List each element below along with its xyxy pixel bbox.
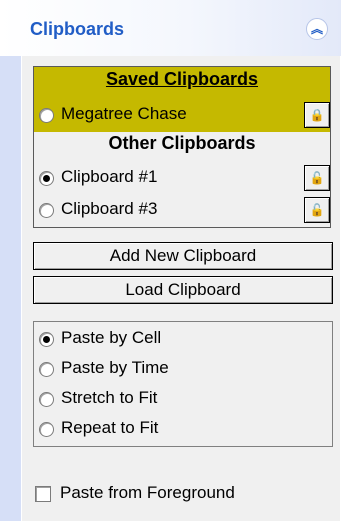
- clipboard-row-3[interactable]: Clipboard #3 🔓: [34, 196, 330, 226]
- paste-from-foreground-checkbox[interactable]: [35, 486, 51, 502]
- paste-from-foreground-label: Paste from Foreground: [60, 483, 235, 502]
- add-new-clipboard-button[interactable]: Add New Clipboard: [33, 242, 333, 270]
- double-chevron-up-icon[interactable]: ︽: [306, 18, 328, 40]
- paste-radio[interactable]: [39, 422, 54, 437]
- paste-option-by-time[interactable]: Paste by Time: [34, 356, 332, 384]
- paste-option-label: Paste by Cell: [61, 328, 162, 347]
- paste-radio[interactable]: [39, 332, 54, 347]
- lock-open-icon[interactable]: 🔓: [304, 197, 330, 223]
- clipboard-radio[interactable]: [39, 171, 54, 186]
- clipboard-row-megatree-chase[interactable]: Megatree Chase 🔒: [34, 100, 330, 130]
- clipboard-radio[interactable]: [39, 108, 54, 123]
- paste-option-label: Repeat to Fit: [61, 418, 159, 437]
- lock-open-icon[interactable]: 🔓: [304, 165, 330, 191]
- paste-radio[interactable]: [39, 362, 54, 377]
- paste-option-repeat[interactable]: Repeat to Fit: [34, 416, 332, 444]
- saved-clipboards-heading: Saved Clipboards: [105, 69, 259, 89]
- clipboard-radio[interactable]: [39, 203, 54, 218]
- paste-options-box: Paste by Cell Paste by Time Stretch to F…: [33, 321, 333, 447]
- other-clipboards-heading: Other Clipboards: [108, 133, 256, 153]
- header-title: Clipboards: [30, 19, 125, 39]
- clipboard-row-1[interactable]: Clipboard #1 🔓: [34, 164, 330, 194]
- lock-closed-icon[interactable]: 🔒: [304, 102, 330, 128]
- load-clipboard-button[interactable]: Load Clipboard: [33, 276, 333, 304]
- clipboards-panel: Saved Clipboards Megatree Chase 🔒 Other …: [21, 56, 341, 521]
- clipboard-label: Clipboard #3: [61, 199, 158, 218]
- paste-option-label: Stretch to Fit: [61, 388, 158, 407]
- clipboard-label: Megatree Chase: [61, 104, 187, 123]
- paste-option-label: Paste by Time: [61, 358, 169, 377]
- clipboard-label: Clipboard #1: [61, 167, 158, 186]
- paste-option-by-cell[interactable]: Paste by Cell: [34, 326, 332, 354]
- clipboards-header: Clipboards ︽: [0, 0, 341, 56]
- paste-option-stretch[interactable]: Stretch to Fit: [34, 386, 332, 414]
- paste-radio[interactable]: [39, 392, 54, 407]
- clipboard-list-box: Saved Clipboards Megatree Chase 🔒 Other …: [33, 66, 331, 228]
